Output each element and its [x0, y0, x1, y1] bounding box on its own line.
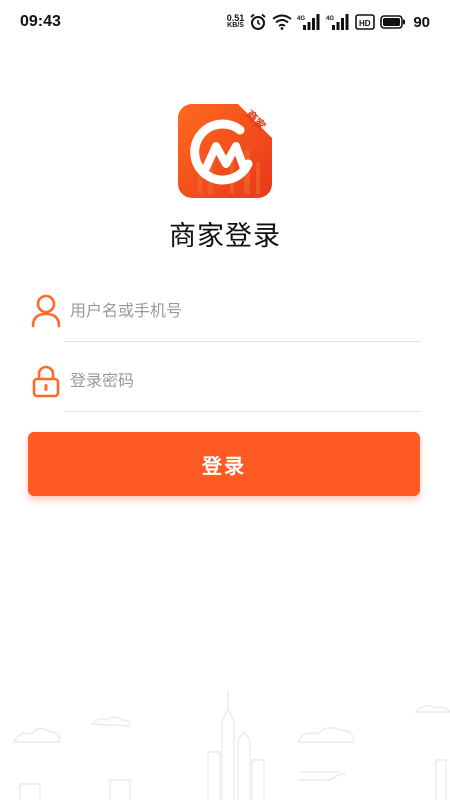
network-speed-value: 0.51	[226, 13, 245, 23]
cloud-shape-4	[414, 705, 450, 713]
building-shape-2	[251, 759, 265, 800]
cloud-shape-3	[296, 727, 355, 743]
building-shape-3	[109, 779, 131, 800]
wifi-icon	[272, 14, 292, 30]
status-bar: 09:43 0.51 KB/S 4G 4G HD 90	[0, 0, 450, 44]
app-logo: 商家	[178, 104, 272, 198]
username-input[interactable]	[70, 294, 410, 326]
cellular-signal-icon-1: 4G	[297, 14, 321, 30]
network-speed-unit: KB/S	[227, 22, 244, 29]
battery-icon	[380, 15, 406, 29]
status-icons: 0.51 KB/S 4G 4G HD 90	[227, 13, 430, 31]
tower-shape-2	[237, 730, 251, 800]
login-button[interactable]: 登录	[28, 432, 420, 496]
password-input[interactable]	[70, 364, 410, 396]
username-divider	[64, 341, 420, 342]
merchant-login-screen: 09:43 0.51 KB/S 4G 4G HD 90 商家 商家登录 用户名或…	[0, 0, 450, 800]
cloud-shape-2	[90, 716, 132, 727]
building-shape-5	[435, 759, 447, 800]
building-shape-1	[207, 751, 221, 800]
hd-badge-label: HD	[359, 19, 371, 28]
city-skyline-illustration	[12, 690, 450, 800]
signal-2-label: 4G	[326, 16, 334, 22]
status-time: 09:43	[20, 13, 61, 30]
battery-level: 90	[413, 13, 430, 31]
network-speed: 0.51 KB/S	[227, 14, 245, 30]
building-shape-4	[19, 783, 41, 800]
cloud-shape-1	[12, 727, 61, 743]
signal-1-label: 4G	[297, 16, 305, 22]
user-icon	[31, 294, 61, 328]
password-field	[30, 352, 420, 412]
cellular-signal-icon-2: 4G	[326, 14, 350, 30]
username-field	[30, 282, 420, 342]
alarm-icon	[249, 13, 267, 31]
hd-voice-icon: HD	[355, 14, 376, 30]
helicopter-body	[298, 773, 346, 781]
tower-shape-1	[221, 708, 235, 800]
page-title: 商家登录	[169, 221, 281, 252]
lock-icon	[32, 365, 60, 398]
password-divider	[64, 411, 420, 412]
